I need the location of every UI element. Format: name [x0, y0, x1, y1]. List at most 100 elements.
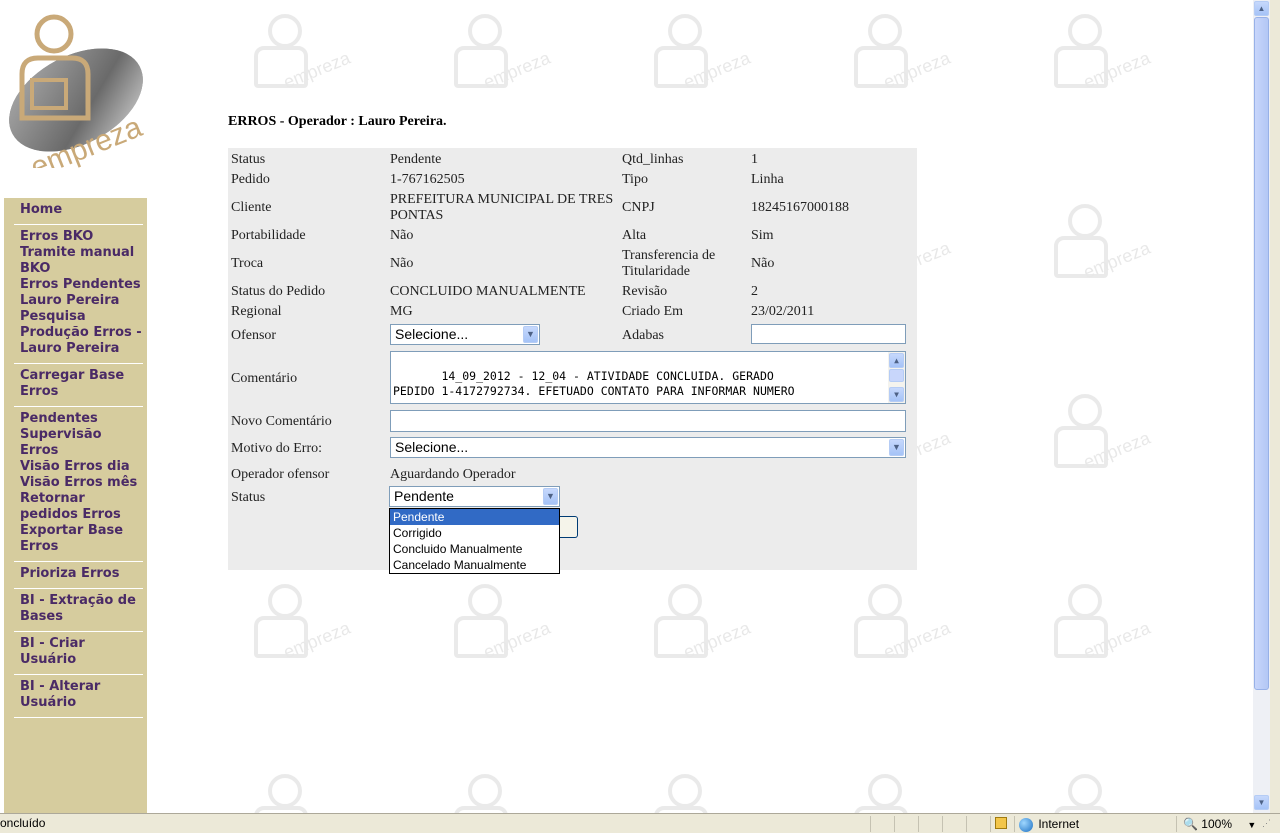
sidebar-item-tramite-manual-bko[interactable]: Tramite manual BKO: [20, 245, 143, 277]
pedido-label: Pedido: [231, 172, 270, 187]
sidebar-item-vis-o-erros-dia[interactable]: Visão Erros dia: [20, 459, 143, 475]
sidebar-item-bi-extra-o-de-bases[interactable]: BI - Extração de Bases: [20, 593, 143, 625]
dropdown-option[interactable]: Concluido Manualmente: [390, 541, 559, 557]
sidebar-item-bi-criar-usu-rio[interactable]: BI - Criar Usuário: [20, 636, 143, 668]
sidebar-item-carregar-base-erros[interactable]: Carregar Base Erros: [20, 368, 143, 400]
criado-em-label: Criado Em: [622, 304, 684, 319]
globe-icon: [1019, 817, 1033, 832]
pedido-value: 1-767162505: [390, 172, 465, 187]
qtd-linhas-value: 1: [751, 152, 758, 167]
sidebar-item-pesquisa-produ-o-erros-lauro-pereira[interactable]: Pesquisa Produção Erros - Lauro Pereira: [20, 309, 143, 357]
troca-value: Não: [390, 256, 414, 271]
scroll-up-icon[interactable]: ▲: [889, 353, 904, 368]
ofensor-label: Ofensor: [231, 328, 277, 343]
resize-grip-icon[interactable]: ⋰: [1262, 818, 1271, 829]
status-pane: [918, 816, 943, 832]
status-pane: [894, 816, 919, 832]
motivo-label: Motivo do Erro:: [231, 441, 322, 456]
comentario-line-1: 14_09_2012 - 12_04 - ATIVIDADE CONCLUIDA…: [393, 369, 774, 383]
status-value: Pendente: [390, 152, 442, 167]
sidebar-group: Prioriza Erros: [14, 562, 143, 589]
adabas-input[interactable]: [751, 324, 906, 344]
page-scrollbar[interactable]: ▲ ▼: [1253, 0, 1270, 813]
scroll-thumb[interactable]: [1254, 17, 1269, 690]
watermark-logo: empreza: [840, 10, 953, 100]
chevron-down-icon[interactable]: ▼: [889, 439, 904, 456]
scroll-thumb[interactable]: [889, 369, 904, 382]
chevron-down-icon[interactable]: ▼: [1247, 820, 1256, 830]
sidebar-item-erros-bko[interactable]: Erros BKO: [20, 229, 143, 245]
sidebar-group: Pendentes Supervisão Erros Visão Erros di…: [14, 407, 143, 562]
novo-comentario-input[interactable]: [390, 410, 906, 432]
transferencia-label: Transferencia de Titularidade: [622, 248, 716, 279]
dropdown-option[interactable]: Pendente: [390, 509, 559, 525]
comentario-textarea[interactable]: 14_09_2012 - 12_04 - ATIVIDADE CONCLUIDA…: [390, 351, 906, 404]
watermark-logo: empreza: [240, 580, 353, 670]
sidebar-group: Home: [14, 198, 143, 225]
watermark-logo: empreza: [240, 10, 353, 100]
watermark-logo: empreza: [440, 580, 553, 670]
alta-label: Alta: [622, 228, 647, 243]
criado-em-value: 23/02/2011: [751, 304, 815, 319]
sidebar-item-erros-pendentes-lauro-pereira[interactable]: Erros Pendentes Lauro Pereira: [20, 277, 143, 309]
revisao-value: 2: [751, 284, 758, 299]
sidebar-item-pendentes-supervis-o-erros[interactable]: Pendentes Supervisão Erros: [20, 411, 143, 459]
zoom-icon: 🔍: [1183, 817, 1198, 831]
status-pane: [870, 816, 895, 832]
chevron-down-icon[interactable]: ▼: [543, 488, 558, 505]
page-title: ERROS - Operador : Lauro Pereira.: [228, 114, 447, 129]
sidebar-item-retornar-pedidos-erros[interactable]: Retornar pedidos Erros: [20, 491, 143, 523]
cnpj-value: 18245167000188: [751, 200, 849, 215]
transferencia-value: Não: [751, 256, 775, 271]
cnpj-label: CNPJ: [622, 200, 655, 215]
comentario-label: Comentário: [231, 371, 298, 386]
sidebar-group: Carregar Base Erros: [14, 364, 143, 407]
sidebar-item-prioriza-erros[interactable]: Prioriza Erros: [20, 566, 143, 582]
regional-value: MG: [390, 304, 413, 319]
watermark-logo: empreza: [1040, 10, 1153, 100]
dropdown-option[interactable]: Cancelado Manualmente: [390, 557, 559, 573]
status-selected-text: Pendente: [394, 488, 454, 504]
watermark-logo: empreza: [440, 10, 553, 100]
scroll-down-icon[interactable]: ▼: [889, 387, 904, 402]
browser-status-bar: oncluído Internet 🔍 100% ▼ ⋰: [0, 813, 1280, 833]
tipo-label: Tipo: [622, 172, 648, 187]
motivo-select[interactable]: Selecione... ▼: [390, 437, 906, 458]
watermark-logo: empreza: [640, 580, 753, 670]
qtd-linhas-label: Qtd_linhas: [622, 152, 684, 167]
company-logo: empreza: [2, 8, 162, 185]
regional-label: Regional: [231, 304, 282, 319]
sidebar-group: BI - Extração de Bases: [14, 589, 143, 632]
portabilidade-label: Portabilidade: [231, 228, 306, 243]
warning-icon[interactable]: [990, 816, 1013, 832]
security-zone[interactable]: Internet: [1014, 816, 1175, 832]
dropdown-option[interactable]: Corrigido: [390, 525, 559, 541]
motivo-selected-text: Selecione...: [395, 439, 469, 455]
submit-button[interactable]: [557, 516, 578, 538]
cliente-value: PREFEITURA MUNICIPAL DE TRES PONTAS: [390, 192, 614, 223]
watermark-logo: empreza: [640, 10, 753, 100]
tipo-value: Linha: [751, 172, 784, 187]
zoom-control[interactable]: 🔍 100% ▼: [1176, 816, 1257, 832]
comentario-scrollbar[interactable]: ▲ ▼: [888, 352, 905, 403]
adabas-label: Adabas: [622, 328, 664, 343]
watermark-logo: empreza: [1040, 770, 1153, 813]
scroll-up-icon[interactable]: ▲: [1254, 1, 1269, 16]
status-dropdown-list[interactable]: Pendente Corrigido Concluido Manualmente Ca…: [389, 508, 560, 574]
sidebar-item-bi-alterar-usu-rio[interactable]: BI - Alterar Usuário: [20, 679, 143, 711]
troca-label: Troca: [231, 256, 264, 271]
sidebar-group: Erros BKO Tramite manual BKO Erros Pendent…: [14, 225, 143, 364]
novo-comentario-label: Novo Comentário: [231, 414, 332, 429]
sidebar-item-home[interactable]: Home: [20, 202, 143, 218]
sidebar-item-exportar-base-erros[interactable]: Exportar Base Erros: [20, 523, 143, 555]
browser-viewport: empreza empreza empreza empreza empreza empre…: [0, 0, 1253, 813]
sidebar-item-vis-o-erros-m-s[interactable]: Visão Erros mês: [20, 475, 143, 491]
chevron-down-icon[interactable]: ▼: [523, 326, 538, 343]
watermark-logo: empreza: [1040, 200, 1153, 290]
alta-value: Sim: [751, 228, 774, 243]
status-select[interactable]: Pendente ▼: [389, 486, 560, 507]
watermark-logo: empreza: [440, 770, 553, 813]
scroll-down-icon[interactable]: ▼: [1254, 795, 1269, 810]
ofensor-select[interactable]: Selecione... ▼: [390, 324, 540, 345]
watermark-logo: empreza: [1040, 390, 1153, 480]
